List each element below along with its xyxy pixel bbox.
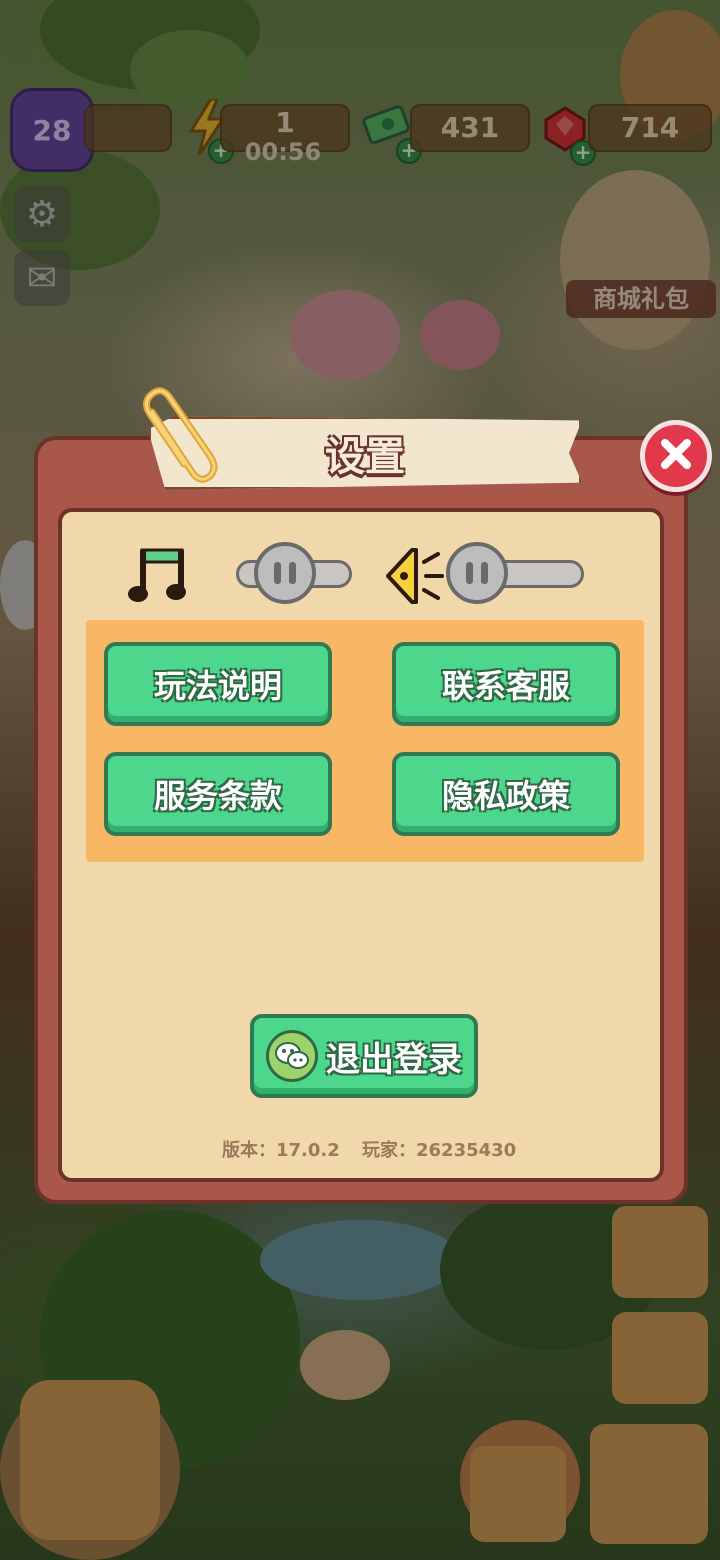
music-note-icon xyxy=(126,544,190,606)
settings-button-grid: 玩法说明 联系客服 服务条款 隐私政策 xyxy=(86,620,644,862)
dialog-title: 设置 xyxy=(325,434,405,480)
version-text: 版本：17.0.2 xyxy=(222,1140,340,1161)
privacy-policy-button[interactable]: 隐私政策 xyxy=(392,752,620,836)
music-toggle[interactable] xyxy=(126,542,352,612)
sound-toggle-knob[interactable] xyxy=(446,542,508,604)
close-button[interactable] xyxy=(640,420,712,492)
terms-of-service-button[interactable]: 服务条款 xyxy=(104,752,332,836)
close-icon xyxy=(659,437,693,475)
settings-dialog: 玩法说明 联系客服 服务条款 隐私政策 退出登录 版本：17.0.2 玩家：26… xyxy=(34,387,688,1204)
music-toggle-knob[interactable] xyxy=(254,542,316,604)
contact-support-button[interactable]: 联系客服 xyxy=(392,642,620,726)
wechat-icon xyxy=(266,1030,318,1082)
how-to-play-button[interactable]: 玩法说明 xyxy=(104,642,332,726)
player-id-text: 玩家：26235430 xyxy=(362,1140,517,1161)
sound-toggle[interactable] xyxy=(382,542,592,612)
speaker-icon xyxy=(382,544,448,606)
logout-label: 退出登录 xyxy=(326,1039,462,1080)
paperclip-icon xyxy=(134,380,224,490)
settings-panel: 玩法说明 联系客服 服务条款 隐私政策 退出登录 版本：17.0.2 玩家：26… xyxy=(58,508,664,1182)
logout-button[interactable]: 退出登录 xyxy=(250,1014,478,1098)
